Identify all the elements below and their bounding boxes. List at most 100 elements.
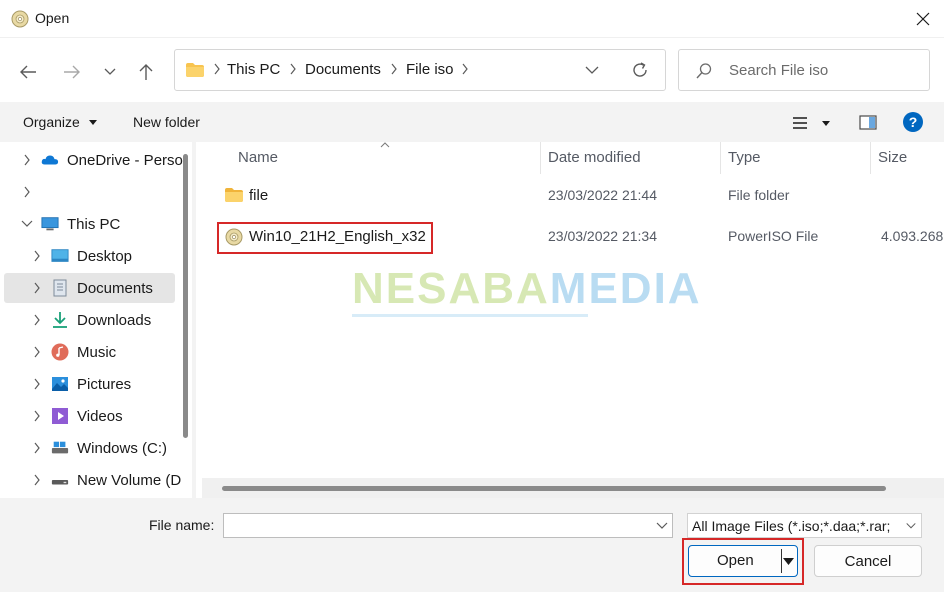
file-type: PowerISO File xyxy=(728,228,819,244)
table-row[interactable]: file 23/03/2022 21:44 File folder xyxy=(196,178,944,214)
sidebar-item-label: New Volume (D xyxy=(77,472,182,489)
column-header-size[interactable]: Size xyxy=(878,149,907,166)
pictures-icon xyxy=(52,377,68,391)
chevron-right-icon xyxy=(34,378,40,390)
view-list-icon[interactable] xyxy=(792,116,808,130)
folder-icon xyxy=(186,63,204,77)
chevron-right-icon xyxy=(391,63,397,75)
column-divider[interactable] xyxy=(870,142,871,174)
sidebar-item-label: OneDrive - Perso xyxy=(67,152,183,169)
sidebar-item-pictures[interactable]: Pictures xyxy=(4,369,175,399)
column-header-name[interactable]: Name xyxy=(238,149,278,166)
search-placeholder: Search File iso xyxy=(729,62,829,79)
svg-text:?: ? xyxy=(909,114,918,130)
file-name-combobox[interactable] xyxy=(223,513,673,538)
close-button[interactable] xyxy=(906,4,940,34)
sidebar-item-label: This PC xyxy=(67,216,121,233)
music-icon xyxy=(51,343,69,361)
caret-down-icon xyxy=(89,120,97,125)
sidebar-item-label: Desktop xyxy=(77,248,133,265)
arrow-right-icon xyxy=(64,65,80,79)
onedrive-icon xyxy=(41,155,59,165)
chevron-down-icon[interactable] xyxy=(585,63,599,77)
file-type: File folder xyxy=(728,187,790,203)
chevron-right-icon xyxy=(462,63,468,75)
file-size: 4.093.268 xyxy=(881,228,944,244)
sidebar-item-windows-c[interactable]: Windows (C:) xyxy=(4,433,175,463)
watermark-part1: NESABA xyxy=(352,264,550,313)
column-header-date[interactable]: Date modified xyxy=(548,149,641,166)
chevron-right-icon xyxy=(34,314,40,326)
disc-icon xyxy=(11,10,29,28)
sidebar-item-music[interactable]: Music xyxy=(4,337,175,367)
cancel-button[interactable]: Cancel xyxy=(814,545,922,577)
sidebar-item-label: Pictures xyxy=(77,376,132,393)
chevron-right-icon xyxy=(34,346,40,358)
sidebar-item-label: Windows (C:) xyxy=(77,440,168,457)
navigation-bar: This PC Documents File iso Search File i… xyxy=(0,38,944,102)
chevron-down-icon[interactable] xyxy=(656,520,668,532)
navigation-pane: OneDrive - Perso This PC Desktop Documen… xyxy=(0,142,192,498)
sidebar-item-videos[interactable]: Videos xyxy=(4,401,175,431)
recent-locations-button[interactable] xyxy=(96,58,124,86)
refresh-icon[interactable] xyxy=(630,60,650,80)
sidebar-item-label: Documents xyxy=(77,280,153,297)
command-bar: Organize New folder ? xyxy=(0,102,944,142)
drive-icon xyxy=(51,441,69,454)
horizontal-scrollbar[interactable] xyxy=(222,486,886,491)
sidebar-item-unnamed[interactable] xyxy=(4,177,175,207)
chevron-right-icon xyxy=(290,63,296,75)
folder-icon xyxy=(225,188,243,202)
breadcrumb-file-iso[interactable]: File iso xyxy=(406,61,454,78)
chevron-right-icon xyxy=(34,474,40,486)
title-bar: Open xyxy=(0,0,944,38)
breadcrumb-this-pc[interactable]: This PC xyxy=(227,61,280,78)
sidebar-item-new-volume-d[interactable]: New Volume (D xyxy=(4,465,181,495)
drive-icon xyxy=(51,480,69,485)
sidebar-item-documents[interactable]: Documents xyxy=(4,273,175,303)
breadcrumb-documents[interactable]: Documents xyxy=(305,61,381,78)
chevron-down-icon xyxy=(104,68,116,75)
file-name-label: File name: xyxy=(149,517,215,533)
sidebar-item-desktop[interactable]: Desktop xyxy=(4,241,175,271)
forward-button[interactable] xyxy=(58,58,86,86)
organize-label: Organize xyxy=(23,114,80,130)
chevron-down-icon xyxy=(903,520,917,532)
watermark-underline xyxy=(352,314,588,317)
caret-down-icon[interactable] xyxy=(822,121,830,126)
file-type-filter[interactable]: All Image Files (*.iso;*.daa;*.rar; xyxy=(687,513,922,538)
preview-pane-icon[interactable] xyxy=(859,115,877,130)
help-icon[interactable]: ? xyxy=(903,112,923,132)
column-divider[interactable] xyxy=(720,142,721,174)
arrow-up-icon xyxy=(139,64,153,80)
watermark-part2: MEDIA xyxy=(549,264,702,313)
up-button[interactable] xyxy=(132,58,160,86)
window-title: Open xyxy=(35,10,70,26)
chevron-right-icon xyxy=(214,63,220,75)
watermark: NESABAMEDIA xyxy=(352,264,702,314)
close-icon xyxy=(916,12,930,26)
file-type-filter-value: All Image Files (*.iso;*.daa;*.rar; xyxy=(692,518,891,534)
address-bar[interactable]: This PC Documents File iso xyxy=(174,49,666,91)
file-name: file xyxy=(249,187,269,204)
chevron-right-icon xyxy=(34,410,40,422)
sidebar-item-downloads[interactable]: Downloads xyxy=(4,305,175,335)
dialog-footer: File name: All Image Files (*.iso;*.daa;… xyxy=(0,498,944,592)
cancel-button-label: Cancel xyxy=(844,552,892,570)
organize-button[interactable]: Organize xyxy=(14,102,106,142)
chevron-down-icon xyxy=(21,220,33,227)
sidebar-item-this-pc[interactable]: This PC xyxy=(4,209,175,239)
column-divider[interactable] xyxy=(540,142,541,174)
file-name-input[interactable] xyxy=(224,514,644,536)
sort-arrow-icon xyxy=(380,142,390,148)
back-button[interactable] xyxy=(14,58,42,86)
new-folder-button[interactable]: New folder xyxy=(133,114,200,130)
sidebar-item-label: Videos xyxy=(77,408,123,425)
selection-highlight-box xyxy=(217,222,433,254)
open-highlight-box xyxy=(682,538,804,585)
sidebar-item-onedrive[interactable]: OneDrive - Perso xyxy=(4,145,183,175)
search-box[interactable]: Search File iso xyxy=(678,49,930,91)
column-header-type[interactable]: Type xyxy=(728,149,761,166)
sidebar-scrollbar[interactable] xyxy=(183,154,188,438)
sidebar-item-label: Downloads xyxy=(77,312,152,329)
